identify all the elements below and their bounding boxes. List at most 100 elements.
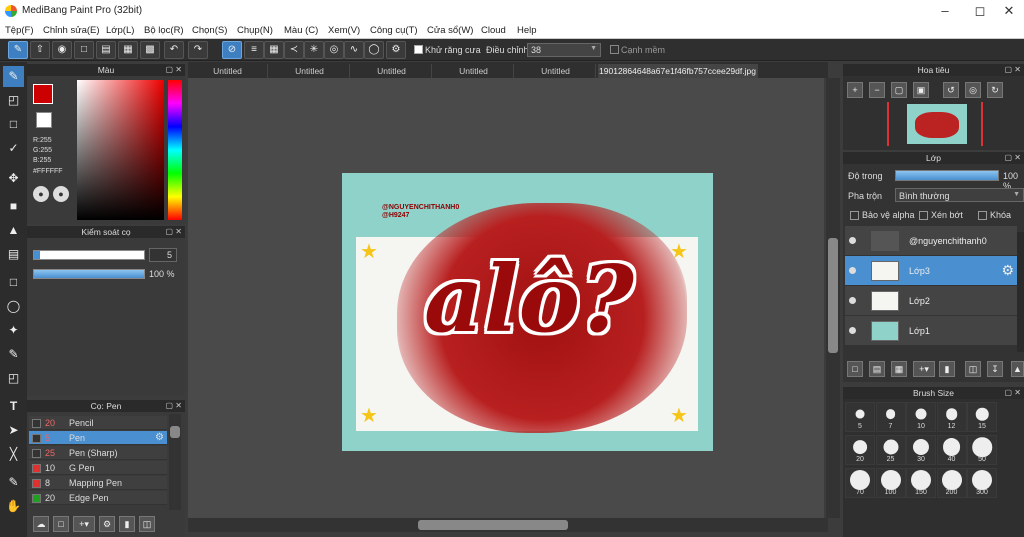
brush-size-option[interactable]: 25 xyxy=(875,435,906,465)
brush-mode-icon[interactable]: ✎ xyxy=(8,41,28,59)
canvas-vertical-scrollbar[interactable] xyxy=(826,78,840,518)
menu-tools[interactable]: Công cụ(T) xyxy=(370,25,418,36)
brush-size-value[interactable]: 5 xyxy=(149,248,177,262)
snap-settings-icon[interactable]: ⚙ xyxy=(386,41,406,59)
saturation-value-picker[interactable] xyxy=(77,80,164,220)
eraser-tool-icon[interactable]: ◰ xyxy=(3,90,24,111)
antialias-checkbox[interactable] xyxy=(414,45,423,54)
layer-folder-icon[interactable]: ▮ xyxy=(939,361,955,377)
close-button[interactable]: ✕ xyxy=(994,2,1024,20)
bucket-tool-icon[interactable]: ▲ xyxy=(3,220,24,241)
tab-untitled[interactable]: Untitled xyxy=(270,64,350,78)
rect-tool-icon[interactable]: □ xyxy=(3,114,24,135)
undo-icon[interactable]: ↶ xyxy=(164,41,184,59)
layer-opacity-slider[interactable] xyxy=(895,170,999,181)
tab-active-image[interactable]: 19012864648a67e1f46fb757ccee29df.jpg xyxy=(598,64,758,78)
duplicate-brush-icon[interactable]: ◫ xyxy=(139,516,155,532)
minimize-button[interactable]: – xyxy=(930,2,960,20)
protect-alpha-checkbox[interactable] xyxy=(850,211,859,220)
maximize-button[interactable]: ◻ xyxy=(965,2,995,20)
visibility-icon[interactable] xyxy=(849,297,856,304)
operation-tool-icon[interactable]: ➤ xyxy=(3,420,24,441)
select-eraser-icon[interactable]: ◰ xyxy=(3,368,24,389)
panel-close-icon[interactable]: ▢ ✕ xyxy=(1005,152,1021,164)
brush-size-option[interactable]: 40 xyxy=(936,435,967,465)
ellipse-snap-icon[interactable]: ◯ xyxy=(364,41,384,59)
folder-icon[interactable]: ▮ xyxy=(119,516,135,532)
brush-item[interactable]: 8 Mapping Pen xyxy=(29,476,167,490)
brush-size-slider[interactable] xyxy=(33,250,145,260)
brush-size-option[interactable]: 12 xyxy=(936,402,967,432)
tab-untitled[interactable]: Untitled xyxy=(188,64,268,78)
dot-tool-icon[interactable]: ✓ xyxy=(3,138,24,159)
foreground-swatch[interactable] xyxy=(33,84,53,104)
brush-size-option[interactable]: 100 xyxy=(875,468,906,498)
brush-size-option[interactable]: 20 xyxy=(845,435,875,465)
background-swatch[interactable] xyxy=(36,112,52,128)
layer-list-scrollbar[interactable] xyxy=(1017,232,1024,352)
palette-icon[interactable]: ● xyxy=(33,186,49,202)
grid-snap-icon[interactable]: ▦ xyxy=(264,41,284,59)
add-brush-menu-icon[interactable]: +▾ xyxy=(73,516,95,532)
panel-close-icon[interactable]: ▢ ✕ xyxy=(1005,387,1021,399)
circle-snap-icon[interactable]: ◎ xyxy=(324,41,344,59)
menu-edit[interactable]: Chỉnh sửa(E) xyxy=(43,25,100,36)
gear-icon[interactable]: ⚙ xyxy=(1001,262,1014,279)
hand-tool-icon[interactable]: ✋ xyxy=(3,496,24,517)
eyedropper-tool-icon[interactable]: ✎ xyxy=(3,472,24,493)
brush-size-option[interactable]: 30 xyxy=(906,435,936,465)
brush-size-option[interactable]: 7 xyxy=(875,402,906,432)
fill-rect-tool-icon[interactable]: ■ xyxy=(3,196,24,217)
lasso-tool-icon[interactable]: ◯ xyxy=(3,296,24,317)
adjust-select[interactable]: 38 ▼ xyxy=(527,43,601,57)
brush-opacity-slider[interactable] xyxy=(33,269,145,279)
menu-color[interactable]: Màu (C) xyxy=(284,25,318,36)
curve-snap-icon[interactable]: ∿ xyxy=(344,41,364,59)
visibility-icon[interactable] xyxy=(849,327,856,334)
canvas-horizontal-scrollbar[interactable] xyxy=(188,518,828,532)
visibility-icon[interactable] xyxy=(849,267,856,274)
brush-list-scrollbar[interactable] xyxy=(169,414,181,510)
layer-row[interactable]: Lớp2 xyxy=(845,286,1017,316)
export-icon[interactable]: ⇧ xyxy=(30,41,50,59)
panel-close-icon[interactable]: ▢ ✕ xyxy=(166,226,182,238)
new-vector-layer-icon[interactable]: ▦ xyxy=(891,361,907,377)
tab-untitled[interactable]: Untitled xyxy=(516,64,596,78)
brush-item[interactable]: 20 Edge Pen xyxy=(29,491,167,505)
menu-view[interactable]: Xem(V) xyxy=(328,25,360,36)
brush-size-option[interactable]: 10 xyxy=(906,402,936,432)
magic-wand-icon[interactable]: ✦ xyxy=(3,320,24,341)
panel-close-icon[interactable]: ▢ ✕ xyxy=(166,400,182,412)
rotate-left-icon[interactable]: ↺ xyxy=(943,82,959,98)
lock-checkbox[interactable] xyxy=(978,211,987,220)
grid-icon[interactable]: ▩ xyxy=(140,41,160,59)
divide-tool-icon[interactable]: ╳ xyxy=(3,444,24,465)
visibility-icon[interactable] xyxy=(849,237,856,244)
brush-size-option[interactable]: 5 xyxy=(845,402,875,432)
brush-size-option[interactable]: 150 xyxy=(906,468,936,498)
panel-close-icon[interactable]: ▢ ✕ xyxy=(1005,64,1021,76)
panel-close-icon[interactable]: ▢ ✕ xyxy=(166,64,182,76)
brush-item[interactable]: 20 Pencil xyxy=(29,416,167,430)
tab-untitled[interactable]: Untitled xyxy=(352,64,432,78)
clipping-checkbox[interactable] xyxy=(919,211,928,220)
duplicate-layer-icon[interactable]: ◫ xyxy=(965,361,981,377)
menu-help[interactable]: Help xyxy=(517,25,537,36)
rotate-reset-icon[interactable]: ◎ xyxy=(965,82,981,98)
radial-snap-icon[interactable]: ✳ xyxy=(304,41,324,59)
menu-select[interactable]: Chọn(S) xyxy=(192,25,227,36)
layer-row[interactable]: @nguyenchithanh0 xyxy=(845,226,1017,256)
fit-icon[interactable]: ▢ xyxy=(891,82,907,98)
add-layer-menu-icon[interactable]: +▾ xyxy=(913,361,935,377)
brush-size-option[interactable]: 300 xyxy=(967,468,997,498)
snap-off-icon[interactable]: ⊘ xyxy=(222,41,242,59)
move-tool-icon[interactable]: ✥ xyxy=(3,168,24,189)
cloud-brush-icon[interactable]: ☁ xyxy=(33,516,49,532)
menu-layer[interactable]: Lớp(L) xyxy=(106,25,134,36)
brush-item-selected[interactable]: 5 Pen ⚙ xyxy=(29,431,167,445)
new-halftone-layer-icon[interactable]: ▤ xyxy=(869,361,885,377)
brush-settings-icon[interactable]: ⚙ xyxy=(99,516,115,532)
brush-tool-icon[interactable]: ✎ xyxy=(3,66,24,87)
brush-item[interactable]: 25 Pen (Sharp) xyxy=(29,446,167,460)
gradient-tool-icon[interactable]: ▤ xyxy=(3,244,24,265)
